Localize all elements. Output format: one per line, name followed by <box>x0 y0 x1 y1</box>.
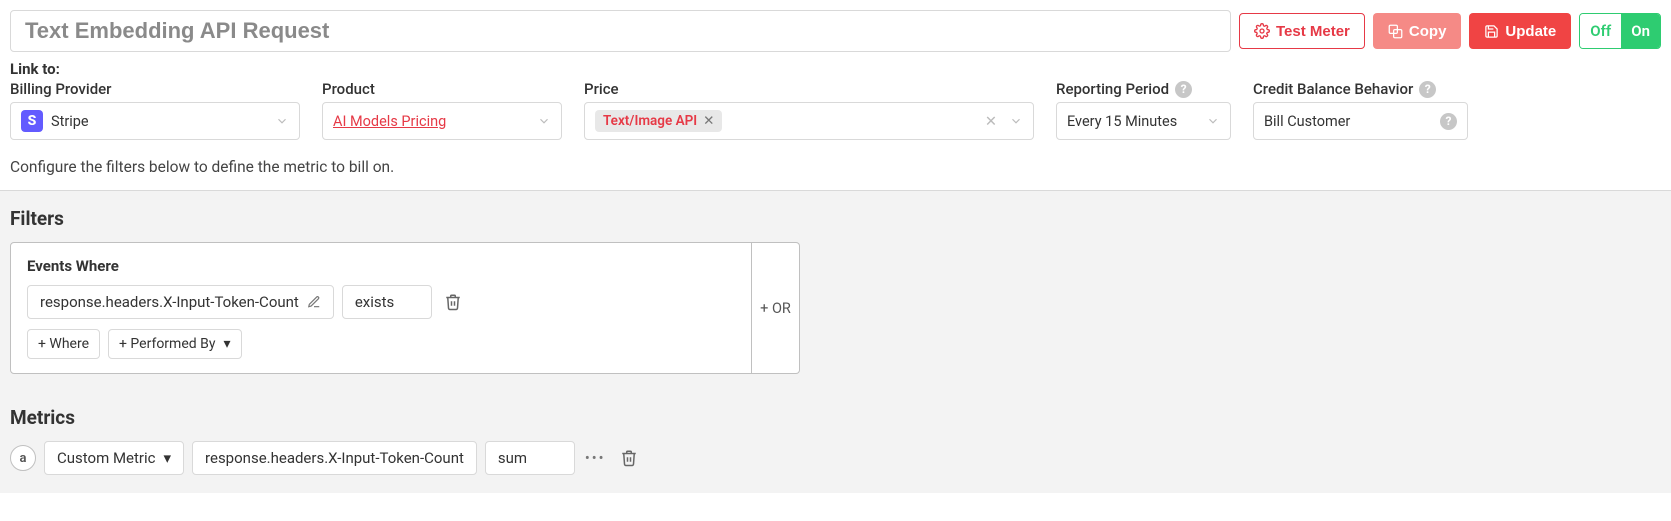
copy-icon <box>1388 24 1403 39</box>
reporting-period-label: Reporting Period <box>1056 80 1169 98</box>
metric-field-value: response.headers.X-Input-Token-Count <box>205 449 464 467</box>
credit-balance-label: Credit Balance Behavior <box>1253 80 1413 98</box>
events-where-label: Events Where <box>27 257 735 275</box>
product-value: AI Models Pricing <box>333 113 529 130</box>
config-hint: Configure the filters below to define th… <box>0 154 1671 191</box>
filter-field-value: response.headers.X-Input-Token-Count <box>40 293 299 311</box>
test-meter-button[interactable]: Test Meter <box>1239 13 1365 49</box>
metric-type-select[interactable]: Custom Metric ▾ <box>44 441 184 475</box>
chevron-down-icon <box>1206 114 1220 128</box>
metric-aggregation-value: sum <box>498 449 527 467</box>
toggle-off[interactable]: Off <box>1580 14 1621 48</box>
filter-field-pill[interactable]: response.headers.X-Input-Token-Count <box>27 285 334 319</box>
caret-down-icon: ▾ <box>223 336 230 352</box>
remove-chip-icon[interactable]: ✕ <box>703 113 714 129</box>
billing-provider-value: Stripe <box>51 113 267 130</box>
gear-icon <box>1254 23 1270 39</box>
more-options-icon[interactable]: ••• <box>583 450 608 467</box>
meter-enabled-toggle[interactable]: Off On <box>1579 13 1661 49</box>
copy-button[interactable]: Copy <box>1373 13 1462 49</box>
help-icon[interactable]: ? <box>1175 81 1192 98</box>
metric-type-value: Custom Metric <box>57 449 156 467</box>
stripe-icon: S <box>21 110 43 132</box>
add-or-group-button[interactable]: + OR <box>752 242 800 374</box>
price-label: Price <box>584 80 1034 98</box>
save-icon <box>1484 24 1499 39</box>
billing-provider-label: Billing Provider <box>10 80 300 98</box>
caret-down-icon: ▾ <box>164 449 172 467</box>
chevron-down-icon <box>1009 114 1023 128</box>
clear-price-icon[interactable]: ✕ <box>985 113 997 130</box>
credit-balance-select[interactable]: Bill Customer ? <box>1253 102 1468 140</box>
price-chip[interactable]: Text/Image API ✕ <box>595 110 722 132</box>
delete-filter-icon[interactable] <box>440 289 466 315</box>
metrics-title: Metrics <box>10 406 1661 429</box>
reporting-period-value: Every 15 Minutes <box>1067 113 1198 130</box>
credit-balance-value: Bill Customer <box>1264 113 1432 130</box>
filter-operator-value: exists <box>355 293 394 311</box>
product-label: Product <box>322 80 562 98</box>
filter-group: Events Where response.headers.X-Input-To… <box>10 242 752 374</box>
billing-provider-select[interactable]: S Stripe <box>10 102 300 140</box>
help-icon[interactable]: ? <box>1419 81 1436 98</box>
toggle-on[interactable]: On <box>1621 14 1660 48</box>
meter-title-input[interactable] <box>10 10 1231 52</box>
price-select[interactable]: Text/Image API ✕ ✕ <box>584 102 1034 140</box>
price-chip-label: Text/Image API <box>603 113 697 129</box>
product-select[interactable]: AI Models Pricing <box>322 102 562 140</box>
update-button[interactable]: Update <box>1469 13 1571 49</box>
update-label: Update <box>1505 23 1556 40</box>
chevron-down-icon <box>537 114 551 128</box>
test-meter-label: Test Meter <box>1276 23 1350 40</box>
add-performed-by-label: + Performed By <box>119 336 215 352</box>
chevron-down-icon <box>275 114 289 128</box>
link-to-label: Link to: <box>10 60 1661 78</box>
help-icon[interactable]: ? <box>1440 113 1457 130</box>
reporting-period-select[interactable]: Every 15 Minutes <box>1056 102 1231 140</box>
delete-metric-icon[interactable] <box>616 445 642 471</box>
metric-aggregation-pill[interactable]: sum <box>485 441 575 475</box>
metric-field-pill[interactable]: response.headers.X-Input-Token-Count <box>192 441 477 475</box>
add-performed-by-button[interactable]: + Performed By ▾ <box>108 329 241 359</box>
filter-operator-pill[interactable]: exists <box>342 285 432 319</box>
copy-label: Copy <box>1409 23 1447 40</box>
metric-badge: a <box>10 445 36 471</box>
add-where-button[interactable]: + Where <box>27 329 100 359</box>
edit-icon[interactable] <box>307 295 321 309</box>
filters-title: Filters <box>10 207 1661 230</box>
